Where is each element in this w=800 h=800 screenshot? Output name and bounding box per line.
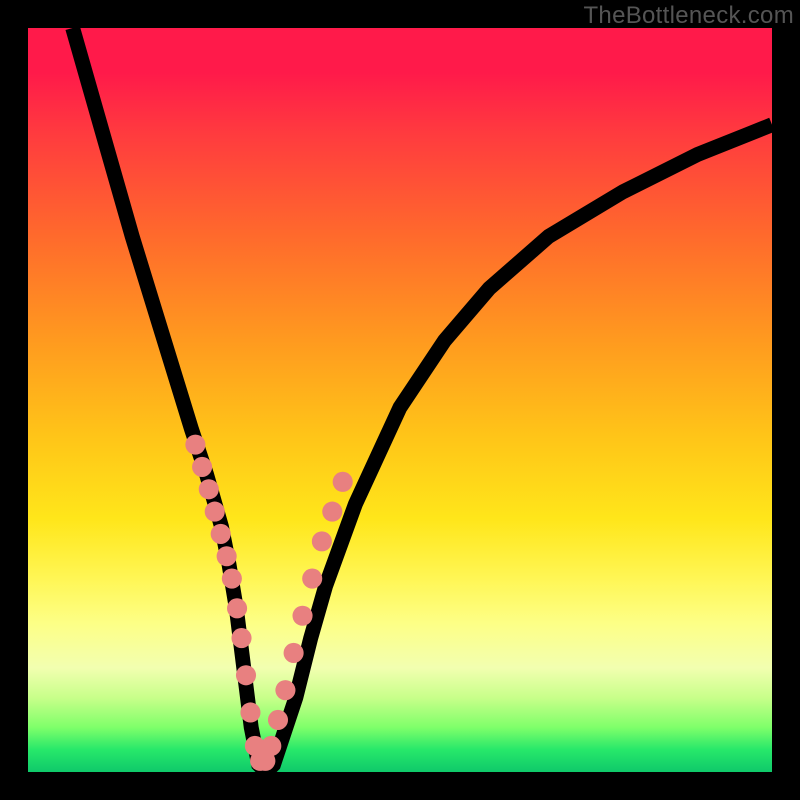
data-dot [268, 710, 288, 730]
data-dot [302, 569, 322, 589]
watermark-text: TheBottleneck.com [583, 2, 794, 30]
data-dot [275, 680, 295, 700]
data-dot [222, 569, 242, 589]
data-dot [284, 643, 304, 663]
frame: TheBottleneck.com [0, 0, 800, 800]
data-dot [231, 628, 251, 648]
data-dot [185, 435, 205, 455]
chart-svg [28, 28, 772, 772]
data-dot [211, 524, 231, 544]
data-dot [199, 479, 219, 499]
data-dot [236, 665, 256, 685]
data-dot [240, 702, 260, 722]
data-dot [261, 736, 281, 756]
data-dot [312, 531, 332, 551]
data-dot [205, 502, 225, 522]
bottleneck-curve [73, 28, 772, 772]
data-dot [227, 598, 247, 618]
data-dot [322, 502, 342, 522]
data-dot [333, 472, 353, 492]
data-dot [292, 606, 312, 626]
data-dot [217, 546, 237, 566]
plot-area [28, 28, 772, 772]
data-dot [192, 457, 212, 477]
